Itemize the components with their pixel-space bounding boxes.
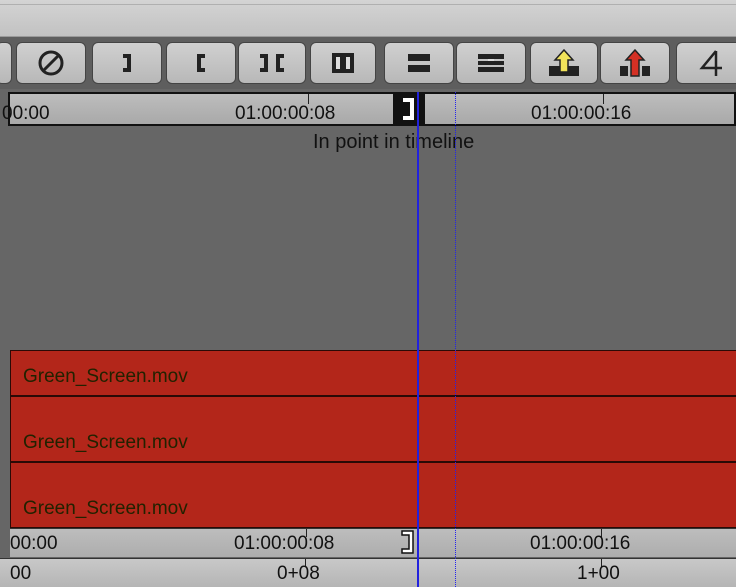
clip-name: Green_Screen.mov	[23, 366, 188, 387]
extract-icon	[620, 48, 650, 77]
mark-clip-button[interactable]	[238, 42, 306, 84]
clip-name: Green_Screen.mov	[23, 432, 188, 453]
mark-in-button[interactable]	[166, 42, 236, 84]
circle-slash-icon	[38, 50, 64, 76]
timecode-label: 00:00	[10, 533, 58, 554]
lift-icon	[549, 48, 579, 76]
frame-label: 1+00	[577, 563, 620, 584]
clear-in-out-button[interactable]	[310, 42, 376, 84]
frame-label: 0+08	[277, 563, 320, 584]
cursor-guide-line	[455, 92, 456, 587]
timecode-label: 00:00	[2, 103, 50, 124]
frame-ruler[interactable]: 00 0+08 1+00	[0, 558, 736, 587]
timecode-label: 01:00:00:08	[235, 103, 336, 124]
timeline-clip[interactable]: Green_Screen.mov	[10, 462, 736, 528]
tooltip: In point in timeline	[313, 131, 475, 153]
timecode-label: 01:00:00:16	[530, 533, 631, 554]
in-point-icon	[403, 98, 414, 120]
timecode-track[interactable]: 00:00 01:00:00:08 01:00:00:16	[10, 528, 736, 557]
splice-in-button[interactable]	[384, 42, 454, 84]
bracket-open-icon	[197, 54, 205, 72]
clip-name: Green_Screen.mov	[23, 498, 188, 519]
timecode-ruler[interactable]: 00:00 01:00:00:08 01:00:00:16	[2, 92, 736, 126]
clear-marks-button[interactable]	[16, 42, 86, 84]
clear-in-out-icon	[332, 53, 354, 73]
title-bar	[0, 0, 736, 37]
timecode-label: 01:00:00:08	[234, 533, 335, 554]
lift-button[interactable]	[530, 42, 598, 84]
bracket-close-icon	[123, 54, 131, 72]
position-indicator[interactable]	[417, 92, 419, 587]
add-edit-button[interactable]	[676, 42, 736, 84]
extract-button[interactable]	[600, 42, 670, 84]
mark-out-button[interactable]	[92, 42, 162, 84]
timeline-clip[interactable]: Green_Screen.mov	[10, 396, 736, 462]
overwrite-icon	[478, 54, 504, 72]
in-point-icon	[401, 530, 414, 554]
frame-label: 00	[10, 563, 32, 584]
timecode-label: 01:00:00:16	[531, 103, 632, 124]
partial-button[interactable]	[0, 42, 12, 84]
overwrite-button[interactable]	[456, 42, 526, 84]
splice-in-icon	[408, 54, 430, 72]
in-point-marker[interactable]	[393, 92, 425, 126]
edit-toolbar	[0, 37, 736, 89]
add-edit-icon	[699, 50, 722, 76]
mark-clip-icon	[260, 54, 284, 72]
timeline-clip[interactable]: Green_Screen.mov	[10, 350, 736, 396]
